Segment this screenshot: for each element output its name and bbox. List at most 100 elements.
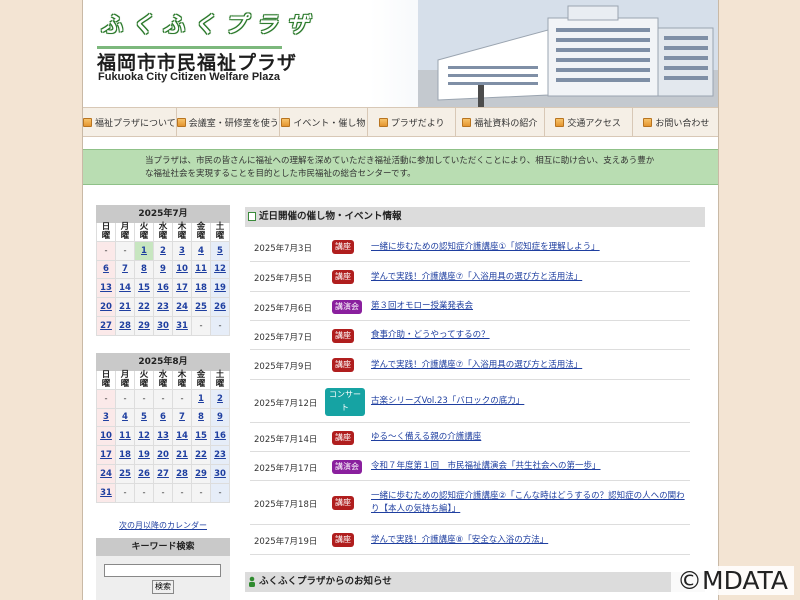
calendar-day[interactable]: 15 (135, 279, 154, 299)
calendar-day[interactable]: 25 (192, 298, 211, 317)
calendar-day[interactable]: 20 (154, 446, 173, 465)
nav-label: 福祉資料の紹介 (474, 118, 538, 129)
watermark: ©MDATA (671, 566, 794, 595)
event-category-badge: 講座 (332, 496, 354, 510)
calendar-day[interactable]: 6 (97, 260, 116, 280)
calendar-day[interactable]: 13 (154, 427, 173, 447)
event-title-link[interactable]: 令和７年度第１回 市民福祉講演会「共生社会への第一歩」 (371, 460, 686, 473)
calendar-day[interactable]: 17 (173, 279, 192, 299)
calendar-day[interactable]: 5 (211, 241, 230, 261)
calendar-day[interactable]: 11 (116, 427, 135, 447)
keyword-search-input[interactable] (104, 564, 221, 577)
event-title-link[interactable]: 古楽シリーズVol.23「バロックの底力」 (371, 395, 686, 408)
calendar-day[interactable]: 14 (116, 279, 135, 299)
nav-about[interactable]: 福祉プラザについて (83, 108, 177, 136)
calendar-day[interactable]: 22 (135, 298, 154, 317)
nav-contact[interactable]: お問い合わせ (633, 108, 718, 136)
calendar-day[interactable]: 27 (97, 316, 116, 336)
calendar-day[interactable]: 17 (97, 446, 116, 465)
calendar-day[interactable]: 4 (116, 408, 135, 428)
intro-banner: 当プラザは、市民の皆さんに福祉への理解を深めていただき福祉活動に参加していただく… (83, 149, 718, 185)
calendar-day[interactable]: 2 (211, 389, 230, 409)
calendar-day[interactable]: 22 (192, 446, 211, 465)
calendar-weekday: 金曜 (192, 370, 211, 390)
calendar-day[interactable]: 21 (173, 446, 192, 465)
calendar-day[interactable]: 24 (97, 464, 116, 484)
search-button[interactable]: 検索 (152, 580, 174, 594)
calendar-empty-cell: - (173, 389, 192, 409)
event-date: 2025年7月17日 (254, 463, 318, 474)
calendar-day[interactable]: 3 (97, 408, 116, 428)
nav-access[interactable]: 交通アクセス (545, 108, 633, 136)
nav-label: お問い合わせ (655, 118, 710, 129)
site-logo[interactable]: ふ く ふ く プ ラ ザ (97, 10, 312, 44)
calendar-day[interactable]: 5 (135, 408, 154, 428)
calendar-day[interactable]: 31 (97, 483, 116, 503)
calendar-day[interactable]: 28 (173, 464, 192, 484)
calendar-day[interactable]: 21 (116, 298, 135, 317)
calendar-day[interactable]: 16 (154, 279, 173, 299)
event-title-link[interactable]: ゆる～く備える親の介護講座 (371, 431, 686, 444)
calendar-day[interactable]: 26 (211, 298, 230, 317)
calendar-day[interactable]: 10 (173, 260, 192, 280)
calendar-day[interactable]: 10 (97, 427, 116, 447)
calendar-day[interactable]: 7 (173, 408, 192, 428)
calendar-day[interactable]: 19 (211, 279, 230, 299)
calendar-day[interactable]: 6 (154, 408, 173, 428)
event-title-link[interactable]: 学んで実践！介護講座⑦「入浴用具の選び方と活用法」 (371, 271, 686, 284)
calendar-day[interactable]: 28 (116, 316, 135, 336)
calendar-empty-cell: - (192, 483, 211, 503)
event-category-badge: 講座 (332, 533, 354, 547)
building-photo (418, 0, 718, 107)
calendar-day[interactable]: 18 (116, 446, 135, 465)
nav-resources[interactable]: 福祉資料の紹介 (456, 108, 545, 136)
event-row: 2025年7月12日 コンサート古楽シリーズVol.23「バロックの底力」 (250, 380, 690, 423)
calendar-day[interactable]: 31 (173, 316, 192, 336)
event-title-link[interactable]: 食事介助・どうやってするの？ (371, 329, 686, 342)
calendar-grid: 日曜月曜火曜水曜木曜金曜土曜 - -1 2 3 4 5 6 7 8 9 10 11 12 13 14 15 16 1… (96, 222, 230, 336)
calendar-day[interactable]: 12 (135, 427, 154, 447)
event-title-link[interactable]: 学んで実践！介護講座⑦「入浴用具の選び方と活用法」 (371, 359, 686, 372)
event-title-link[interactable]: 学んで実践！介護講座⑧「安全な入浴の方法」 (371, 534, 686, 547)
calendar-day[interactable]: 9 (154, 260, 173, 280)
calendar-day[interactable]: 2 (154, 241, 173, 261)
calendar-day[interactable]: 3 (173, 241, 192, 261)
next-calendar-link[interactable]: 次の月以降のカレンダー (96, 520, 230, 531)
calendar-day[interactable]: 1 (192, 389, 211, 409)
calendar-day[interactable]: 9 (211, 408, 230, 428)
calendar-day[interactable]: 7 (116, 260, 135, 280)
calendar-day[interactable]: 13 (97, 279, 116, 299)
calendar-day[interactable]: 19 (135, 446, 154, 465)
logo-char: く (193, 13, 216, 38)
calendar-day[interactable]: 1 (135, 241, 154, 261)
calendar-day[interactable]: 23 (154, 298, 173, 317)
calendar-day[interactable]: 16 (211, 427, 230, 447)
calendar-day[interactable]: 25 (116, 464, 135, 484)
nav-rooms[interactable]: 会議室・研修室を使う (176, 108, 280, 136)
event-title-link[interactable]: 第３回オモロー授業発表会 (371, 300, 686, 313)
calendar-day[interactable]: 29 (192, 464, 211, 484)
event-title-link[interactable]: 一緒に歩むための認知症介護講座①「認知症を理解しよう」 (371, 241, 686, 254)
calendar-day[interactable]: 8 (135, 260, 154, 280)
calendar-day[interactable]: 27 (154, 464, 173, 484)
calendar-weekday: 水曜 (154, 370, 173, 390)
calendar-day[interactable]: 18 (192, 279, 211, 299)
calendar-day[interactable]: 29 (135, 316, 154, 336)
calendar-day[interactable]: 15 (192, 427, 211, 447)
calendar-day[interactable]: 23 (211, 446, 230, 465)
nav-newsletter[interactable]: プラザだより (368, 108, 457, 136)
calendar-day[interactable]: 11 (192, 260, 211, 280)
calendar-day[interactable]: 20 (97, 298, 116, 317)
calendar-day[interactable]: 30 (211, 464, 230, 484)
event-title-link[interactable]: 一緒に歩むための認知症介護講座②「こんな時はどうするの？認知症の人への関わり【本… (371, 490, 686, 516)
nav-events[interactable]: イベント・催し物 (280, 108, 368, 136)
calendar-day[interactable]: 4 (192, 241, 211, 261)
calendar-day[interactable]: 12 (211, 260, 230, 280)
calendar-day[interactable]: 24 (173, 298, 192, 317)
event-row: 2025年7月3日 講座 一緒に歩むための認知症介護講座①「認知症を理解しよう」 (250, 232, 690, 262)
calendar-weekday: 火曜 (135, 370, 154, 390)
calendar-day[interactable]: 14 (173, 427, 192, 447)
calendar-day[interactable]: 26 (135, 464, 154, 484)
calendar-day[interactable]: 8 (192, 408, 211, 428)
calendar-day[interactable]: 30 (154, 316, 173, 336)
